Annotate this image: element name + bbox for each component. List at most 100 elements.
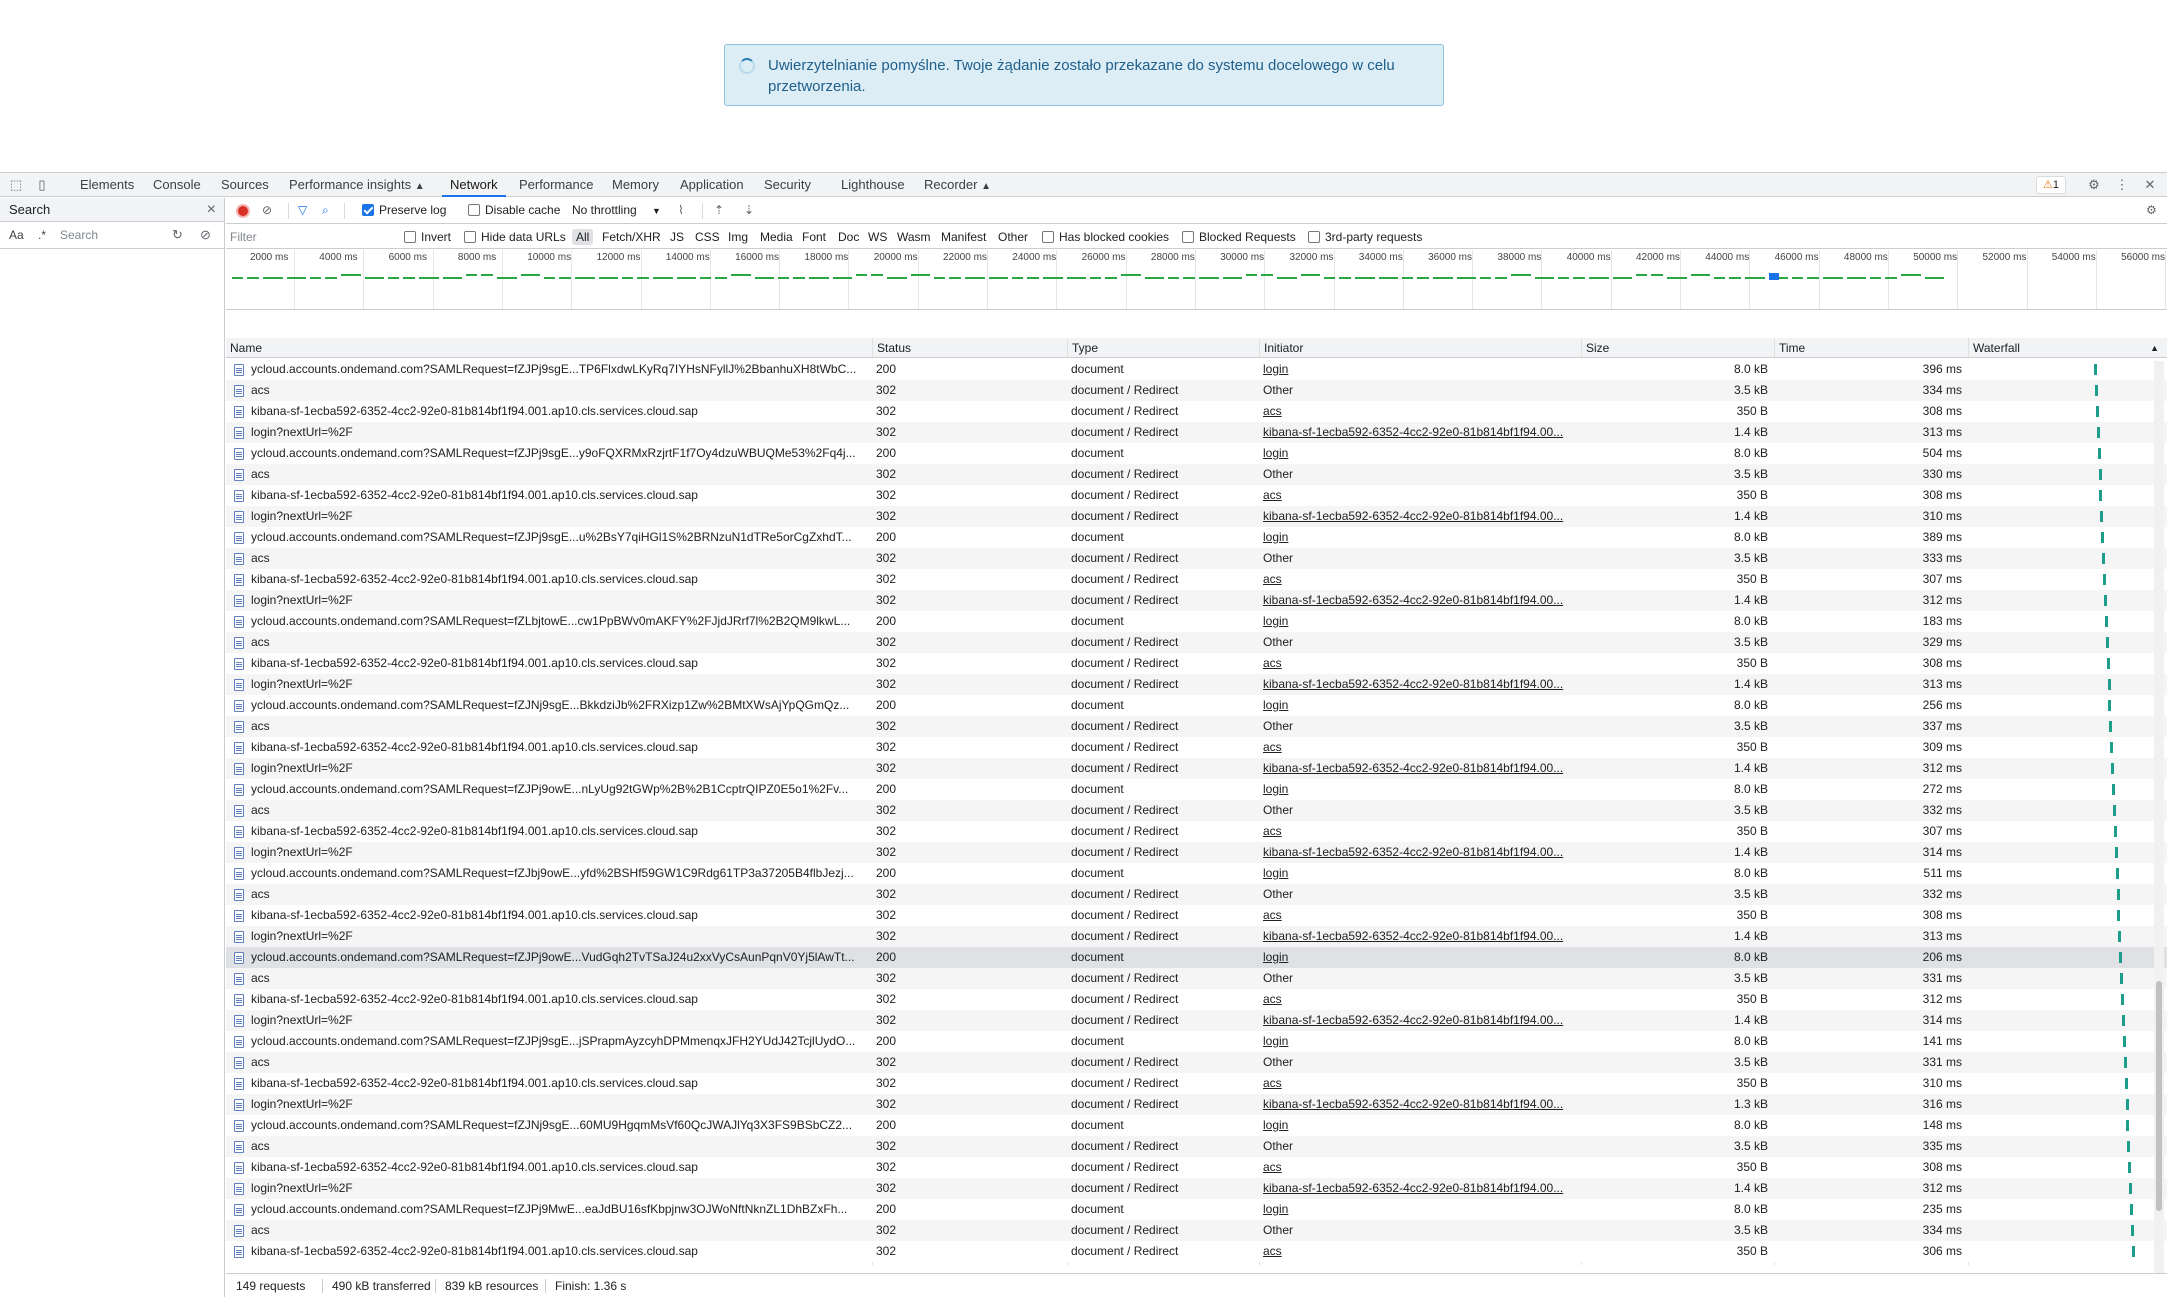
request-initiator[interactable]: acs xyxy=(1259,1073,1583,1094)
initiator-link[interactable]: acs xyxy=(1263,1076,1282,1090)
record-button[interactable] xyxy=(236,204,250,218)
initiator-link[interactable]: kibana-sf-1ecba592-6352-4cc2-92e0-81b814… xyxy=(1263,845,1563,859)
request-initiator[interactable]: acs xyxy=(1259,401,1583,422)
third-party-checkbox[interactable]: 3rd-party requests xyxy=(1308,229,1422,245)
request-name-cell[interactable]: kibana-sf-1ecba592-6352-4cc2-92e0-81b814… xyxy=(226,737,872,758)
request-name-cell[interactable]: login?nextUrl=%2F xyxy=(226,842,872,863)
request-name-cell[interactable]: ycloud.accounts.ondemand.com?SAMLRequest… xyxy=(226,527,872,548)
request-name-cell[interactable]: login?nextUrl=%2F xyxy=(226,1178,872,1199)
request-name-cell[interactable]: kibana-sf-1ecba592-6352-4cc2-92e0-81b814… xyxy=(226,1241,872,1262)
issues-badge[interactable]: ⚠1 xyxy=(2036,176,2066,194)
filter-media[interactable]: Media xyxy=(756,229,797,245)
request-initiator[interactable]: login xyxy=(1259,1199,1583,1220)
request-name-cell[interactable]: ycloud.accounts.ondemand.com?SAMLRequest… xyxy=(226,947,872,968)
device-toolbar-icon[interactable]: ▯ xyxy=(34,177,50,193)
request-initiator[interactable]: login xyxy=(1259,527,1583,548)
table-row[interactable]: kibana-sf-1ecba592-6352-4cc2-92e0-81b814… xyxy=(226,485,2167,506)
filter-input[interactable]: Filter xyxy=(230,228,398,246)
table-row[interactable]: login?nextUrl=%2F 302 document / Redirect k… xyxy=(226,1178,2167,1199)
search-input[interactable]: Search xyxy=(56,226,164,245)
initiator-link[interactable]: kibana-sf-1ecba592-6352-4cc2-92e0-81b814… xyxy=(1263,761,1563,775)
request-name-cell[interactable]: kibana-sf-1ecba592-6352-4cc2-92e0-81b814… xyxy=(226,905,872,926)
initiator-link[interactable]: login xyxy=(1263,614,1288,628)
request-name-cell[interactable]: ycloud.accounts.ondemand.com?SAMLRequest… xyxy=(226,443,872,464)
initiator-link[interactable]: kibana-sf-1ecba592-6352-4cc2-92e0-81b814… xyxy=(1263,593,1563,607)
request-initiator[interactable]: login xyxy=(1259,443,1583,464)
request-name-cell[interactable]: ycloud.accounts.ondemand.com?SAMLRequest… xyxy=(226,611,872,632)
request-initiator[interactable]: acs xyxy=(1259,821,1583,842)
refresh-icon[interactable]: ↻ xyxy=(172,227,183,243)
initiator-link[interactable]: acs xyxy=(1263,740,1282,754)
request-initiator[interactable]: login xyxy=(1259,1115,1583,1136)
request-initiator[interactable]: acs xyxy=(1259,905,1583,926)
request-name-cell[interactable]: login?nextUrl=%2F xyxy=(226,590,872,611)
request-initiator[interactable]: login xyxy=(1259,695,1583,716)
tab-network[interactable]: Network xyxy=(442,173,506,197)
more-options-icon[interactable]: ⋮ xyxy=(2114,177,2130,193)
tab-console[interactable]: Console xyxy=(153,173,201,197)
filter-manifest[interactable]: Manifest xyxy=(937,229,990,245)
request-name-cell[interactable]: ycloud.accounts.ondemand.com?SAMLRequest… xyxy=(226,779,872,800)
table-row[interactable]: acs 302 document / Redirect Other 3.5 kB 332 … xyxy=(226,800,2167,821)
initiator-link[interactable]: login xyxy=(1263,782,1288,796)
request-name-cell[interactable]: ycloud.accounts.ondemand.com?SAMLRequest… xyxy=(226,1115,872,1136)
initiator-link[interactable]: login xyxy=(1263,446,1288,460)
search-icon[interactable]: ⌕ xyxy=(322,202,329,218)
table-row[interactable]: ycloud.accounts.ondemand.com?SAMLRequest… xyxy=(226,1199,2167,1220)
tab-performance[interactable]: Performance xyxy=(519,173,593,197)
initiator-link[interactable]: kibana-sf-1ecba592-6352-4cc2-92e0-81b814… xyxy=(1263,929,1563,943)
table-row[interactable]: login?nextUrl=%2F 302 document / Redirect k… xyxy=(226,758,2167,779)
table-row[interactable]: ycloud.accounts.ondemand.com?SAMLRequest… xyxy=(226,443,2167,464)
hide-data-urls-checkbox[interactable]: Hide data URLs xyxy=(464,229,566,245)
table-row[interactable]: kibana-sf-1ecba592-6352-4cc2-92e0-81b814… xyxy=(226,1157,2167,1178)
request-initiator[interactable]: acs xyxy=(1259,1157,1583,1178)
request-initiator[interactable]: kibana-sf-1ecba592-6352-4cc2-92e0-81b814… xyxy=(1259,674,1583,695)
request-name-cell[interactable]: kibana-sf-1ecba592-6352-4cc2-92e0-81b814… xyxy=(226,485,872,506)
initiator-link[interactable]: login xyxy=(1263,362,1288,376)
table-row[interactable]: login?nextUrl=%2F 302 document / Redirect k… xyxy=(226,1094,2167,1115)
column-type[interactable]: Type xyxy=(1067,338,1098,358)
table-row[interactable]: login?nextUrl=%2F 302 document / Redirect k… xyxy=(226,590,2167,611)
initiator-link[interactable]: kibana-sf-1ecba592-6352-4cc2-92e0-81b814… xyxy=(1263,425,1563,439)
table-row[interactable]: ycloud.accounts.ondemand.com?SAMLRequest… xyxy=(226,863,2167,884)
network-conditions-icon[interactable]: ⌇ xyxy=(678,202,684,218)
column-initiator[interactable]: Initiator xyxy=(1259,338,1303,358)
filter-wasm[interactable]: Wasm xyxy=(893,229,935,245)
clear-icon[interactable]: ⊘ xyxy=(200,227,211,243)
table-row[interactable]: acs 302 document / Redirect Other 3.5 kB 331 … xyxy=(226,968,2167,989)
table-row[interactable]: acs 302 document / Redirect Other 3.5 kB 333 … xyxy=(226,548,2167,569)
column-size[interactable]: Size xyxy=(1581,338,1609,358)
request-name-cell[interactable]: ycloud.accounts.ondemand.com?SAMLRequest… xyxy=(226,1199,872,1220)
match-case-toggle[interactable]: Aa xyxy=(9,228,24,242)
table-row[interactable]: ycloud.accounts.ondemand.com?SAMLRequest… xyxy=(226,527,2167,548)
scrollbar-thumb[interactable] xyxy=(2156,981,2162,1211)
table-row[interactable]: acs 302 document / Redirect Other 3.5 kB 330 … xyxy=(226,464,2167,485)
request-name-cell[interactable]: login?nextUrl=%2F xyxy=(226,506,872,527)
request-name-cell[interactable]: ycloud.accounts.ondemand.com?SAMLRequest… xyxy=(226,863,872,884)
request-initiator[interactable]: login xyxy=(1259,863,1583,884)
request-name-cell[interactable]: kibana-sf-1ecba592-6352-4cc2-92e0-81b814… xyxy=(226,653,872,674)
request-name-cell[interactable]: kibana-sf-1ecba592-6352-4cc2-92e0-81b814… xyxy=(226,1073,872,1094)
table-row[interactable]: kibana-sf-1ecba592-6352-4cc2-92e0-81b814… xyxy=(226,989,2167,1010)
request-initiator[interactable]: login xyxy=(1259,779,1583,800)
request-initiator[interactable]: acs xyxy=(1259,989,1583,1010)
request-initiator[interactable]: kibana-sf-1ecba592-6352-4cc2-92e0-81b814… xyxy=(1259,422,1583,443)
initiator-link[interactable]: kibana-sf-1ecba592-6352-4cc2-92e0-81b814… xyxy=(1263,1097,1563,1111)
close-icon[interactable]: ✕ xyxy=(2142,177,2158,193)
request-name-cell[interactable]: login?nextUrl=%2F xyxy=(226,926,872,947)
request-name-cell[interactable]: acs xyxy=(226,1220,872,1241)
table-row[interactable]: ycloud.accounts.ondemand.com?SAMLRequest… xyxy=(226,779,2167,800)
request-name-cell[interactable]: kibana-sf-1ecba592-6352-4cc2-92e0-81b814… xyxy=(226,569,872,590)
initiator-link[interactable]: login xyxy=(1263,698,1288,712)
tab-recorder[interactable]: Recorder ▲ xyxy=(924,173,991,197)
throttling-select[interactable]: No throttling ▼ xyxy=(572,202,661,219)
request-name-cell[interactable]: kibana-sf-1ecba592-6352-4cc2-92e0-81b814… xyxy=(226,989,872,1010)
initiator-link[interactable]: login xyxy=(1263,1202,1288,1216)
request-name-cell[interactable]: acs xyxy=(226,632,872,653)
filter-js[interactable]: JS xyxy=(666,229,688,245)
filter-font[interactable]: Font xyxy=(798,229,830,245)
initiator-link[interactable]: kibana-sf-1ecba592-6352-4cc2-92e0-81b814… xyxy=(1263,1181,1563,1195)
initiator-link[interactable]: acs xyxy=(1263,824,1282,838)
request-initiator[interactable]: login xyxy=(1259,947,1583,968)
tab-sources[interactable]: Sources xyxy=(221,173,269,197)
